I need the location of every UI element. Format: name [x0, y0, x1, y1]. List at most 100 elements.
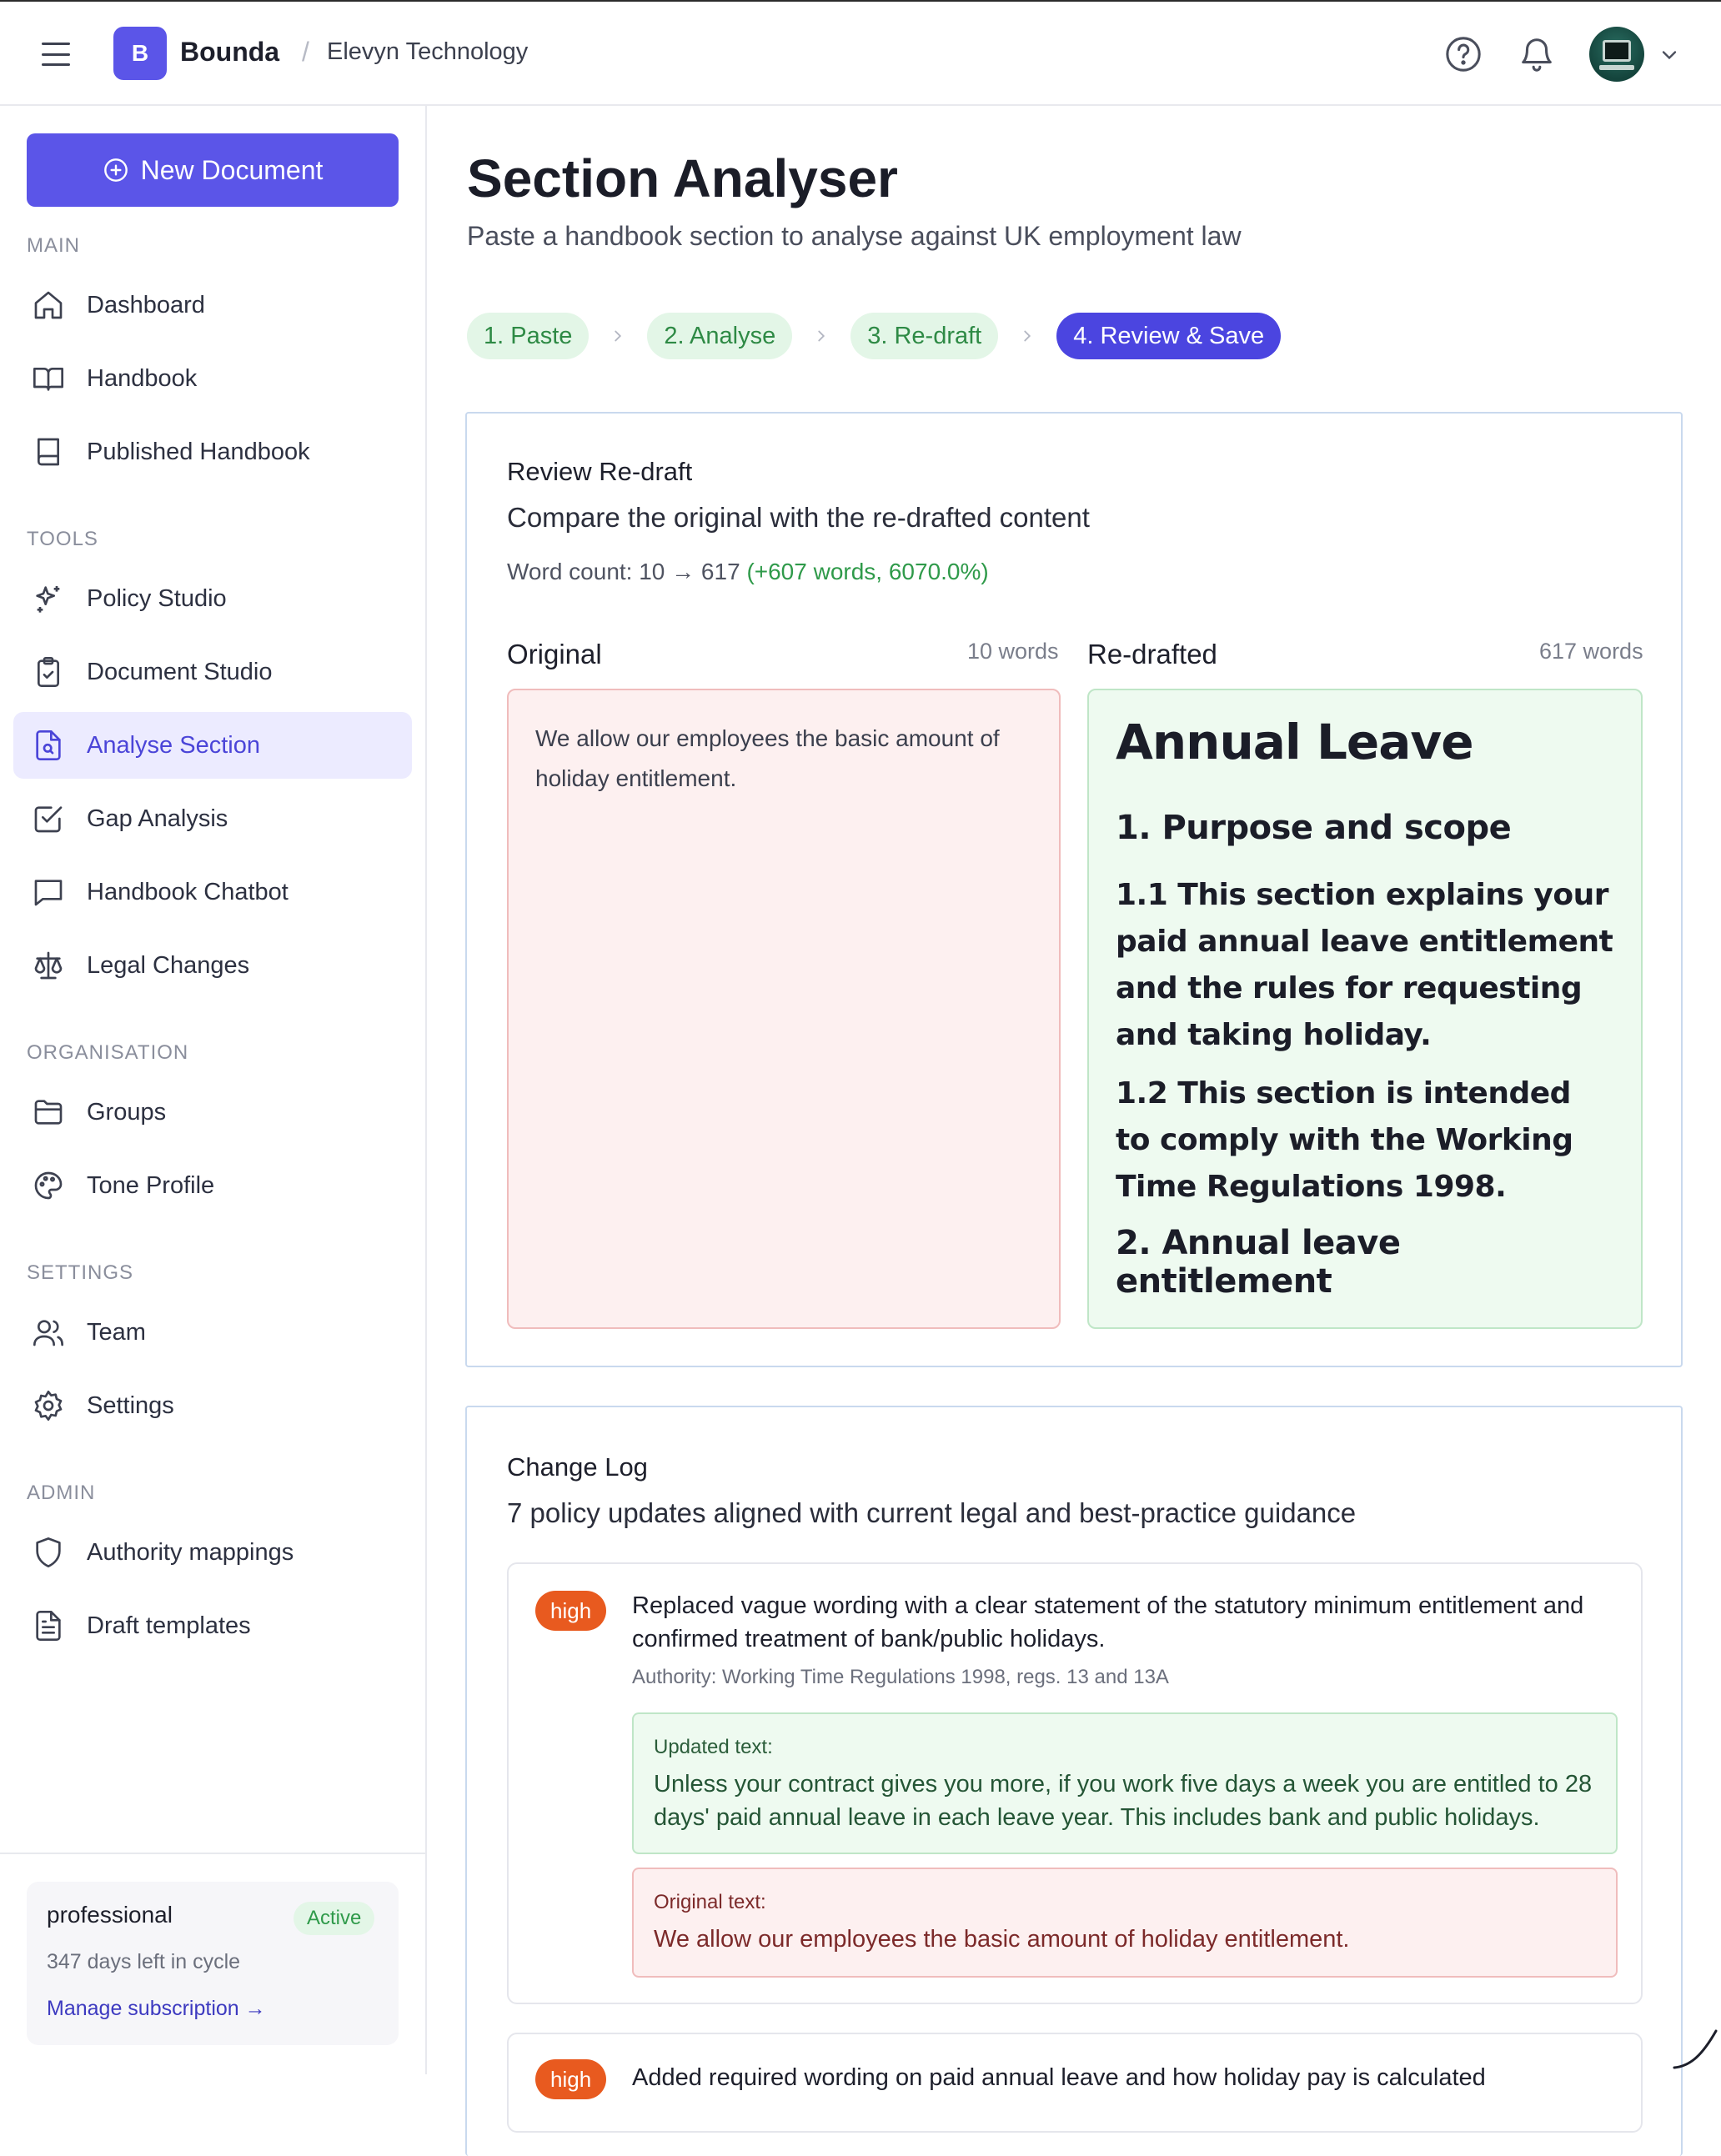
sidebar-item-groups[interactable]: Groups	[13, 1079, 412, 1146]
original-text-label: Original text:	[654, 1891, 766, 1913]
original-text: We allow our employees the basic amount …	[654, 1926, 1350, 1953]
sidebar-item-tone-profile[interactable]: Tone Profile	[13, 1152, 412, 1219]
sidebar-item-label: Groups	[87, 1098, 167, 1126]
sidebar-item-label: Draft templates	[87, 1612, 251, 1639]
step-redraft[interactable]: 3. Re-draft	[850, 313, 999, 359]
original-text-box: Original text: We allow our employees th…	[632, 1868, 1618, 1978]
breadcrumb-org[interactable]: Elevyn Technology	[327, 38, 528, 66]
sidebar-item-analyse-section[interactable]: Analyse Section	[13, 712, 412, 779]
nav-heading-main: MAIN	[27, 234, 80, 257]
sidebar-item-gap-analysis[interactable]: Gap Analysis	[13, 785, 412, 852]
plan-days-left: 347 days left in cycle	[47, 1950, 241, 1973]
sidebar-item-document-studio[interactable]: Document Studio	[13, 639, 412, 705]
updated-text-box: Updated text: Unless your contract gives…	[632, 1712, 1618, 1854]
chevron-right-icon	[818, 330, 825, 342]
step-paste[interactable]: 1. Paste	[467, 313, 590, 359]
user-avatar[interactable]	[1589, 27, 1644, 82]
sidebar-item-label: Team	[87, 1318, 146, 1346]
bell-icon[interactable]	[1518, 35, 1556, 73]
sidebar: New Document MAIN Dashboard Handbook Pub…	[0, 106, 427, 2074]
sidebar-item-handbook-chatbot[interactable]: Handbook Chatbot	[13, 859, 412, 925]
redraft-paragraph: 1.1 This section explains your paid annu…	[1116, 878, 1613, 1052]
redraft-paragraph: 1.2 This section is intended to comply w…	[1116, 1070, 1614, 1211]
original-heading: Original	[507, 639, 602, 669]
change-summary: Added required wording on paid annual le…	[632, 2064, 1486, 2091]
breadcrumb-separator: /	[302, 37, 309, 67]
folder-icon	[34, 1100, 63, 1125]
clipboard-check-icon	[38, 657, 59, 687]
word-count-text: Word count: 10 → 617	[507, 559, 740, 584]
review-title: Review Re-draft	[507, 457, 693, 486]
change-log-title: Change Log	[507, 1452, 648, 1482]
sidebar-item-team[interactable]: Team	[13, 1299, 412, 1366]
sidebar-item-label: Document Studio	[87, 658, 273, 685]
sidebar-item-label: Gap Analysis	[87, 805, 228, 832]
word-count-delta: (+607 words, 6070.0%)	[746, 559, 989, 584]
original-text: We allow our employees the basic amount …	[535, 725, 1000, 791]
home-icon	[34, 291, 63, 319]
redraft-paragraph-text: .	[1495, 1170, 1507, 1204]
redrafted-text-panel[interactable]: Annual Leave 1. Purpose and scope 1.1 Th…	[1087, 689, 1643, 1329]
plus-circle-icon	[103, 158, 128, 182]
sidebar-item-label: Settings	[87, 1391, 174, 1419]
sidebar-item-handbook[interactable]: Handbook	[13, 345, 412, 412]
page-title: Section Analyser	[467, 148, 898, 208]
checkbox-icon	[34, 806, 63, 833]
sidebar-item-dashboard[interactable]: Dashboard	[13, 272, 412, 338]
updated-text: Unless your contract gives you more, if …	[654, 1771, 1593, 1831]
chat-icon	[34, 880, 63, 906]
help-icon[interactable]	[1444, 35, 1483, 73]
review-description: Compare the original with the re-drafted…	[507, 502, 1090, 533]
sidebar-item-authority-mappings[interactable]: Authority mappings	[13, 1519, 412, 1586]
new-document-button[interactable]: New Document	[27, 133, 399, 207]
plan-name: professional	[47, 1902, 173, 1928]
change-log-card: Change Log 7 policy updates aligned with…	[465, 1406, 1683, 2156]
file-search-icon	[36, 730, 61, 760]
chevron-right-icon	[615, 330, 622, 342]
brand-name[interactable]: Bounda	[180, 37, 279, 68]
sidebar-item-policy-studio[interactable]: Policy Studio	[13, 565, 412, 632]
redraft-heading-2: 2. Annual leave entitlement	[1116, 1224, 1401, 1301]
sidebar-item-settings[interactable]: Settings	[13, 1372, 412, 1439]
sidebar-item-label: Legal Changes	[87, 951, 250, 979]
sidebar-item-label: Dashboard	[87, 291, 205, 318]
scale-icon	[34, 951, 63, 980]
nav-heading-settings: SETTINGS	[27, 1261, 134, 1284]
severity-badge: high	[535, 2059, 607, 2099]
sidebar-item-legal-changes[interactable]: Legal Changes	[13, 932, 412, 999]
plan-status-badge: Active	[294, 1902, 375, 1935]
change-log-item: high Added required wording on paid annu…	[507, 2033, 1643, 2133]
sidebar-item-label: Tone Profile	[87, 1171, 215, 1199]
sidebar-item-label: Analyse Section	[87, 731, 260, 759]
sidebar-item-label: Handbook Chatbot	[87, 878, 289, 905]
redraft-heading-1: Annual Leave	[1116, 714, 1474, 770]
word-count: Word count: 10 → 617 (+607 words, 6070.0…	[507, 559, 989, 585]
new-document-label: New Document	[140, 154, 324, 185]
palette-icon	[34, 1171, 63, 1200]
file-text-icon	[36, 1611, 61, 1641]
gear-icon	[34, 1391, 63, 1421]
sidebar-item-label: Published Handbook	[87, 438, 310, 465]
manage-subscription-link[interactable]: Manage subscription →	[47, 1997, 266, 2021]
redrafted-heading: Re-drafted	[1087, 639, 1217, 669]
original-word-count: 10 words	[967, 639, 1059, 664]
review-redraft-card: Review Re-draft Compare the original wit…	[465, 412, 1683, 1367]
chevron-down-icon[interactable]	[1658, 43, 1681, 67]
step-analyse[interactable]: 2. Analyse	[647, 313, 793, 359]
brand-logo[interactable]: B	[113, 27, 167, 80]
book-open-icon	[33, 368, 63, 391]
menu-icon[interactable]	[40, 38, 72, 70]
redraft-heading-2: 1. Purpose and scope	[1116, 809, 1512, 847]
step-review-save[interactable]: 4. Review & Save	[1056, 313, 1282, 359]
original-text-panel: We allow our employees the basic amount …	[507, 689, 1061, 1329]
sparkles-icon	[36, 586, 60, 613]
sidebar-item-published-handbook[interactable]: Published Handbook	[13, 419, 412, 485]
redrafted-word-count: 617 words	[1539, 639, 1643, 664]
subscription-card: professional Active 347 days left in cyc…	[27, 1882, 399, 2045]
nav-heading-organisation: ORGANISATION	[27, 1041, 189, 1064]
stepper: 1. Paste 2. Analyse 3. Re-draft 4. Revie…	[467, 313, 1282, 359]
updated-text-label: Updated text:	[654, 1736, 773, 1758]
sidebar-item-label: Handbook	[87, 364, 198, 392]
change-log-description: 7 policy updates aligned with current le…	[507, 1497, 1357, 1528]
sidebar-item-draft-templates[interactable]: Draft templates	[13, 1592, 412, 1659]
